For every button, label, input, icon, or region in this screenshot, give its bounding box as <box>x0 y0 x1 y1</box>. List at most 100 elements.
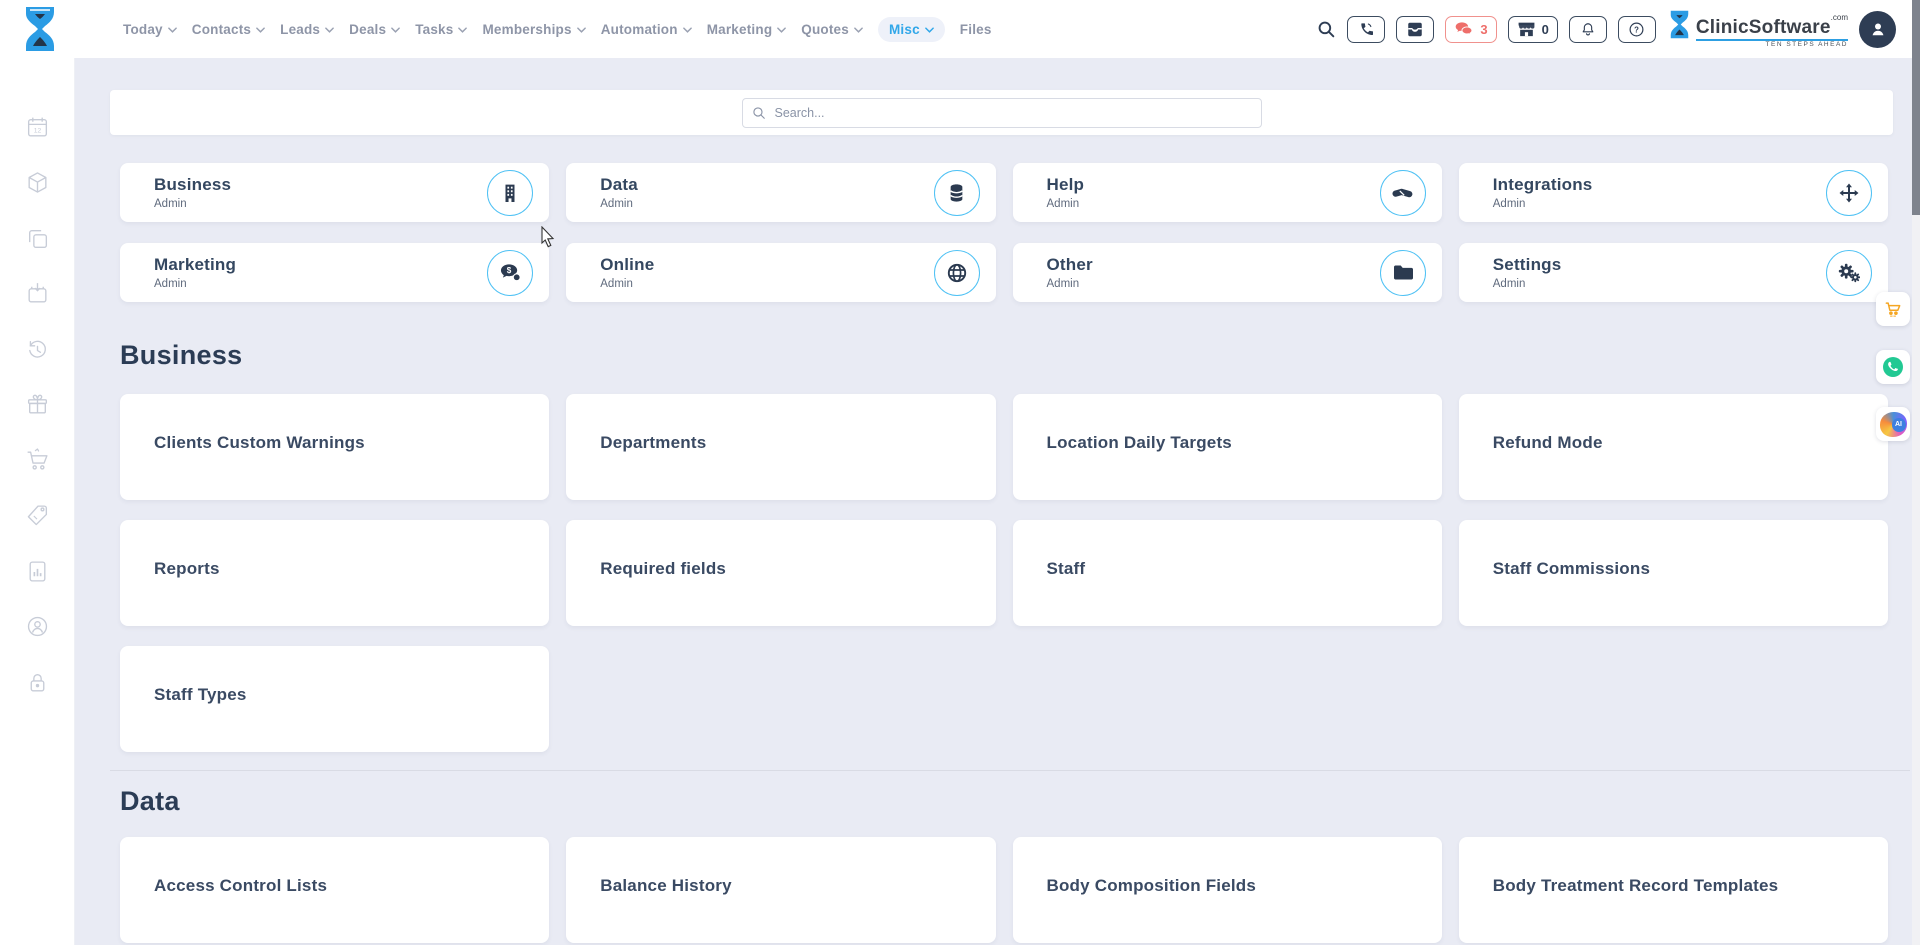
category-subtitle: Admin <box>154 278 487 290</box>
card-title: Balance History <box>600 876 732 896</box>
svg-text:12: 12 <box>33 127 41 134</box>
store-button[interactable]: 0 <box>1508 16 1558 43</box>
search-bar-panel <box>110 90 1893 135</box>
card-required-fields[interactable]: Required fields <box>566 520 995 626</box>
chevron-down-icon <box>854 27 863 33</box>
nav-label: Today <box>123 22 163 37</box>
nav-item-contacts[interactable]: Contacts <box>192 22 265 37</box>
data-cards-grid: Access Control Lists Balance History Bod… <box>120 837 1888 943</box>
card-staff[interactable]: Staff <box>1013 520 1442 626</box>
chevron-down-icon <box>577 27 586 33</box>
nav-item-tasks[interactable]: Tasks <box>415 22 467 37</box>
report-icon[interactable] <box>24 558 50 584</box>
folder-icon <box>1393 264 1413 281</box>
card-title: Body Composition Fields <box>1047 876 1257 896</box>
search-icon[interactable] <box>1317 20 1336 39</box>
whatsapp-float-button[interactable] <box>1876 350 1910 384</box>
history-icon[interactable] <box>24 336 50 362</box>
lock-icon[interactable] <box>24 669 50 695</box>
card-clients-custom-warnings[interactable]: Clients Custom Warnings <box>120 394 549 500</box>
ai-icon: AI <box>1880 412 1907 437</box>
question-circle-icon: ? <box>1628 21 1645 38</box>
help-button[interactable]: ? <box>1618 16 1656 43</box>
user-circle-icon[interactable] <box>24 614 50 640</box>
page-scrollbar[interactable] <box>1912 0 1920 945</box>
calendar-import-icon[interactable] <box>24 281 50 307</box>
package-icon[interactable] <box>24 170 50 196</box>
cart-icon[interactable] <box>24 447 50 473</box>
category-card-help[interactable]: Help Admin <box>1013 163 1442 222</box>
user-avatar[interactable] <box>1859 11 1896 48</box>
brand-name: ClinicSoftware <box>1696 17 1831 38</box>
nav-item-quotes[interactable]: Quotes <box>801 22 863 37</box>
cart-icon <box>1883 299 1903 319</box>
card-title: Required fields <box>600 559 726 579</box>
search-input[interactable] <box>742 98 1262 128</box>
gift-icon[interactable] <box>24 392 50 418</box>
business-cards-grid: Clients Custom Warnings Departments Loca… <box>120 394 1888 752</box>
main-content: Business Admin DataAdmin Help Admin Integr… <box>75 58 1912 945</box>
card-departments[interactable]: Departments <box>566 394 995 500</box>
building-icon <box>501 183 519 203</box>
clinicsoftware-logo-icon[interactable] <box>20 5 60 53</box>
card-balance-history[interactable]: Balance History <box>566 837 995 943</box>
card-title: Reports <box>154 559 220 579</box>
category-card-business[interactable]: Business Admin <box>120 163 549 222</box>
chevron-down-icon <box>256 27 265 33</box>
nav-item-misc[interactable]: Misc <box>878 17 945 42</box>
card-staff-commissions[interactable]: Staff Commissions <box>1459 520 1888 626</box>
category-card-settings[interactable]: SettingsAdmin <box>1459 243 1888 302</box>
category-card-marketing[interactable]: MarketingAdmin $ <box>120 243 549 302</box>
nav-label: Deals <box>349 22 386 37</box>
chevron-down-icon <box>168 27 177 33</box>
calendar-icon[interactable]: 12 <box>24 114 50 140</box>
category-title: Integrations <box>1493 175 1826 195</box>
inbox-icon <box>1406 22 1424 37</box>
card-staff-types[interactable]: Staff Types <box>120 646 549 752</box>
category-subtitle: Admin <box>1493 198 1826 210</box>
category-card-data[interactable]: DataAdmin <box>566 163 995 222</box>
database-icon <box>948 183 965 203</box>
card-refund-mode[interactable]: Refund Mode <box>1459 394 1888 500</box>
phone-button[interactable] <box>1347 16 1385 43</box>
chat-count-badge: 3 <box>1480 22 1487 37</box>
nav-item-memberships[interactable]: Memberships <box>482 22 585 37</box>
category-title: Business <box>154 175 487 195</box>
nav-item-leads[interactable]: Leads <box>280 22 334 37</box>
main-nav: Today Contacts Leads Deals Tasks Members… <box>123 0 992 58</box>
card-title: Refund Mode <box>1493 433 1603 453</box>
category-grid: Business Admin DataAdmin Help Admin Integr… <box>120 163 1888 302</box>
nav-label: Quotes <box>801 22 849 37</box>
card-title: Location Daily Targets <box>1047 433 1232 453</box>
inbox-button[interactable] <box>1396 16 1434 43</box>
category-title: Help <box>1047 175 1380 195</box>
cart-float-button[interactable] <box>1876 292 1910 326</box>
card-location-daily-targets[interactable]: Location Daily Targets <box>1013 394 1442 500</box>
category-card-other[interactable]: OtherAdmin <box>1013 243 1442 302</box>
ai-float-button[interactable]: AI <box>1876 407 1910 441</box>
nav-item-deals[interactable]: Deals <box>349 22 400 37</box>
category-subtitle: Admin <box>1047 198 1380 210</box>
svg-text:?: ? <box>1634 25 1639 34</box>
nav-item-automation[interactable]: Automation <box>601 22 692 37</box>
card-body-treatment-record-templates[interactable]: Body Treatment Record Templates <box>1459 837 1888 943</box>
nav-item-marketing[interactable]: Marketing <box>707 22 787 37</box>
notifications-button[interactable] <box>1569 16 1607 43</box>
chat-button[interactable]: 3 <box>1445 16 1496 43</box>
copy-icon[interactable] <box>24 225 50 251</box>
price-tag-icon[interactable] <box>24 503 50 529</box>
scrollbar-thumb[interactable] <box>1912 0 1920 215</box>
nav-label: Tasks <box>415 22 453 37</box>
card-body-composition-fields[interactable]: Body Composition Fields <box>1013 837 1442 943</box>
category-subtitle: Admin <box>154 198 487 210</box>
card-title: Staff Types <box>154 685 247 705</box>
category-card-online[interactable]: OnlineAdmin <box>566 243 995 302</box>
nav-item-today[interactable]: Today <box>123 22 177 37</box>
category-card-integrations[interactable]: Integrations Admin <box>1459 163 1888 222</box>
clinicsoftware-brand[interactable]: ClinicSoftware.com TEN STEPS AHEAD <box>1667 9 1848 49</box>
card-reports[interactable]: Reports <box>120 520 549 626</box>
category-title: Other <box>1047 255 1380 275</box>
card-title: Access Control Lists <box>154 876 327 896</box>
nav-item-files[interactable]: Files <box>960 22 992 37</box>
card-access-control-lists[interactable]: Access Control Lists <box>120 837 549 943</box>
